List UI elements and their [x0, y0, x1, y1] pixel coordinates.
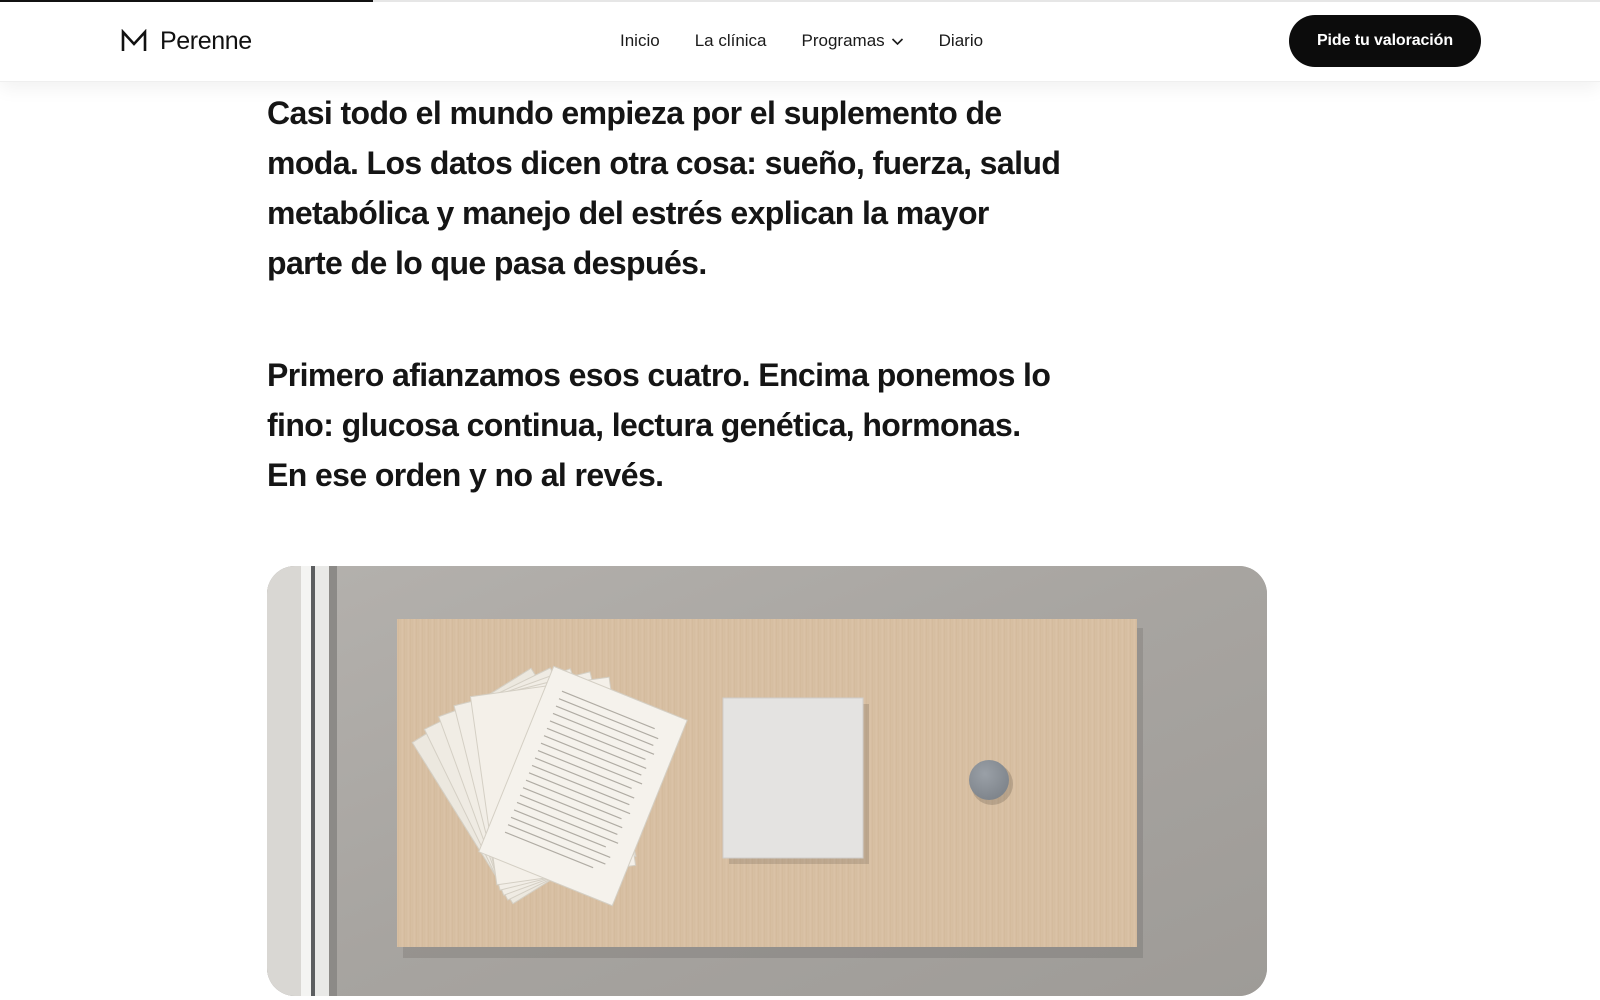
reading-progress-bar	[0, 0, 373, 2]
brand-name: Perenne	[160, 26, 252, 55]
nav-item-programas[interactable]: Programas	[802, 31, 904, 51]
book-assessment-button[interactable]: Pide tu valoración	[1289, 15, 1481, 67]
site-header: Perenne Inicio La clínica Programas Diar…	[0, 0, 1600, 82]
article-body: Casi todo el mundo empieza por el suplem…	[0, 82, 1600, 1000]
reading-progress-track	[0, 0, 1600, 2]
article-hero-image	[267, 566, 1267, 996]
main-nav: Inicio La clínica Programas Diario	[620, 28, 983, 54]
nav-item-inicio[interactable]: Inicio	[620, 31, 660, 51]
nav-item-la-clinica[interactable]: La clínica	[695, 31, 767, 51]
m-monogram-icon	[120, 29, 148, 53]
chevron-down-icon	[891, 37, 904, 46]
nav-item-programas-label: Programas	[801, 31, 885, 50]
nav-item-diario[interactable]: Diario	[939, 31, 983, 51]
article-paragraph: Primero afianzamos esos cuatro. Encima p…	[267, 357, 1051, 493]
article-paragraph: Casi todo el mundo empieza por el suplem…	[267, 95, 1061, 281]
brand-logo[interactable]: Perenne	[120, 24, 252, 58]
